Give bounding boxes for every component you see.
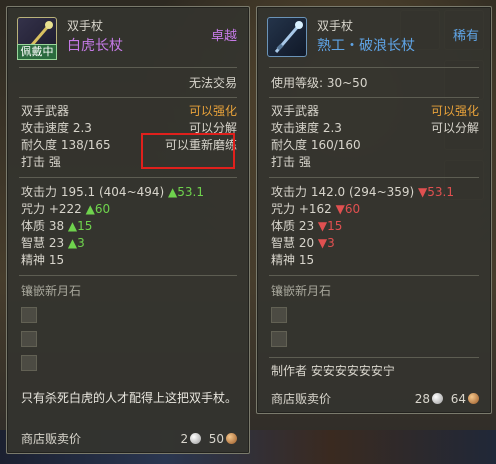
- gem-slot: [271, 331, 287, 347]
- wisdom-delta: ▼3: [317, 236, 335, 250]
- spirit: 精神 15: [21, 253, 65, 267]
- level-requirement: 使用等级: 30~50: [271, 76, 368, 90]
- enhance-status: 可以强化: [430, 104, 479, 118]
- divider: [19, 177, 237, 178]
- item-description: 只有杀死白虎的人才配得上这把双手杖。: [21, 391, 238, 405]
- gem-slot: [21, 355, 37, 371]
- socket-label: 镶嵌新月石: [271, 284, 332, 298]
- gem-slot: [21, 331, 37, 347]
- spell-power-row: 咒力 +222 ▲60: [21, 201, 237, 217]
- enhance-status: 可以强化: [188, 104, 237, 118]
- shop-price-label: 商店贩卖价: [271, 392, 332, 406]
- attack-power-delta: ▼53.1: [418, 185, 454, 199]
- spell-power-row: 咒力 +162 ▼60: [271, 201, 479, 217]
- tooltip-header: 佩戴中 双手杖 白虎长杖 卓越: [7, 7, 249, 65]
- item-type: 双手杖: [67, 19, 104, 33]
- price-copper: 50: [208, 432, 224, 446]
- shop-price-row: 商店贩卖价 2 50: [21, 431, 237, 447]
- price-copper: 64: [450, 392, 466, 406]
- maker-row: 制作者 安安安安安安宁: [271, 363, 479, 379]
- constitution: 体质 38: [21, 219, 65, 233]
- wisdom-row: 智慧 20 ▼3: [271, 235, 479, 251]
- item-rarity: 稀有: [452, 29, 479, 44]
- staff-icon: [267, 17, 307, 57]
- item-name: 熟工・破浪长杖: [317, 38, 415, 54]
- attack-speed: 攻击速度 2.3: [21, 121, 92, 135]
- attack-power-row: 攻击力 195.1 (404~494) ▲53.1: [21, 184, 237, 200]
- divider: [19, 97, 237, 98]
- silver-coin-icon: [432, 393, 444, 404]
- divider: [269, 275, 479, 276]
- socket-label: 镶嵌新月石: [21, 284, 82, 298]
- divider: [19, 275, 237, 276]
- strike: 打击 强: [21, 155, 61, 169]
- spirit: 精神 15: [271, 253, 315, 267]
- spirit-row: 精神 15: [21, 252, 237, 268]
- compare-item-tooltip: 双手杖 熟工・破浪长杖 稀有 使用等级: 30~50 双手武器 可以强化 攻击速…: [256, 6, 492, 414]
- tooltip-header: 双手杖 熟工・破浪长杖 稀有: [257, 7, 491, 65]
- durability-row: 耐久度 160/160: [271, 137, 479, 153]
- spirit-row: 精神 15: [271, 252, 479, 268]
- attack-speed-row: 攻击速度 2.3 可以分解: [271, 120, 479, 136]
- spell-power: 咒力 +222: [21, 202, 82, 216]
- constitution-row: 体质 23 ▼15: [271, 218, 479, 234]
- shop-price-row: 商店贩卖价 28 64: [271, 391, 479, 407]
- attack-power: 攻击力 195.1 (404~494): [21, 185, 165, 199]
- gem-slot: [21, 307, 37, 323]
- weapon-class-row: 双手武器 可以强化: [271, 103, 479, 119]
- wisdom-delta: ▲3: [67, 236, 85, 250]
- divider: [269, 357, 479, 358]
- item-type: 双手杖: [317, 19, 354, 33]
- constitution-delta: ▲15: [67, 219, 93, 233]
- maker: 制作者 安安安安安安宁: [271, 364, 395, 378]
- constitution: 体质 23: [271, 219, 315, 233]
- divider: [269, 97, 479, 98]
- strike-row: 打击 强: [271, 154, 479, 170]
- copper-coin-icon: [468, 393, 479, 404]
- wisdom: 智慧 23: [21, 236, 65, 250]
- shop-price-label: 商店贩卖价: [21, 432, 82, 446]
- wisdom: 智慧 20: [271, 236, 315, 250]
- price-silver: 28: [414, 392, 431, 406]
- spell-power-delta: ▲60: [85, 202, 111, 216]
- attack-power-delta: ▲53.1: [168, 185, 204, 199]
- copper-coin-icon: [226, 433, 237, 444]
- trade-status: 无法交易: [188, 76, 237, 90]
- divider: [269, 67, 479, 68]
- equipped-badge: 佩戴中: [17, 44, 57, 60]
- spell-power-delta: ▼60: [335, 202, 361, 216]
- durability: 耐久度 160/160: [271, 138, 361, 152]
- equipped-item-tooltip: 佩戴中 双手杖 白虎长杖 卓越 无法交易 双手武器 可以强化 攻击速度 2.3 …: [6, 6, 250, 454]
- weapon-class-row: 双手武器 可以强化: [21, 103, 237, 119]
- strike: 打击 强: [271, 155, 311, 169]
- disassemble-status: 可以分解: [430, 121, 479, 135]
- attack-power-row: 攻击力 142.0 (294~359) ▼53.1: [271, 184, 479, 200]
- attack-speed: 攻击速度 2.3: [271, 121, 342, 135]
- weapon-class: 双手武器: [271, 104, 320, 118]
- trade-row: 无法交易: [21, 75, 237, 91]
- price-silver: 2: [180, 432, 189, 446]
- constitution-row: 体质 38 ▲15: [21, 218, 237, 234]
- durability: 耐久度 138/165: [21, 138, 111, 152]
- wisdom-row: 智慧 23 ▲3: [21, 235, 237, 251]
- silver-coin-icon: [190, 433, 202, 444]
- level-req-row: 使用等级: 30~50: [271, 75, 479, 91]
- divider: [269, 177, 479, 178]
- constitution-delta: ▼15: [317, 219, 343, 233]
- item-name: 白虎长杖: [67, 38, 123, 54]
- divider: [19, 67, 237, 68]
- highlight-annotation: [141, 133, 235, 169]
- item-rarity: 卓越: [210, 29, 237, 44]
- attack-power: 攻击力 142.0 (294~359): [271, 185, 415, 199]
- gem-slot: [271, 307, 287, 323]
- spell-power: 咒力 +162: [271, 202, 332, 216]
- weapon-class: 双手武器: [21, 104, 70, 118]
